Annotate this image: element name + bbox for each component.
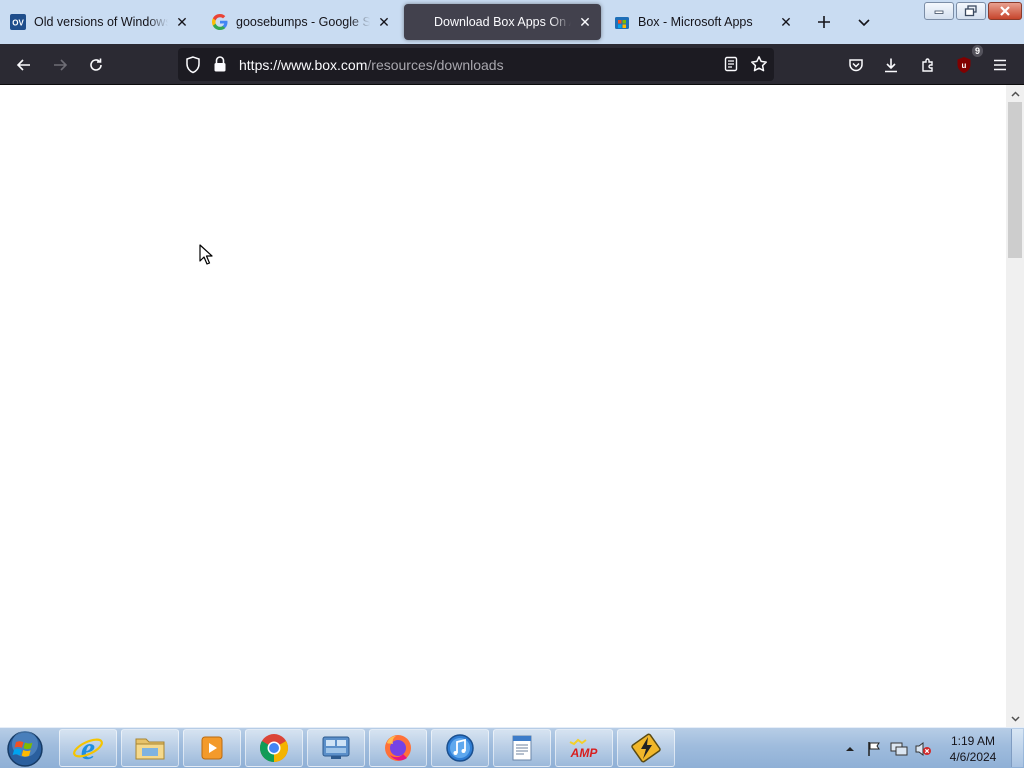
chevron-down-icon [858, 19, 870, 27]
extensions-button[interactable] [915, 52, 941, 78]
mouse-pointer-icon [199, 244, 213, 270]
clock-time: 1:19 AM [950, 734, 996, 748]
back-arrow-icon [16, 59, 30, 71]
windows-start-orb-icon [7, 730, 43, 767]
lightning-utility-icon [631, 733, 661, 763]
pocket-button[interactable] [843, 52, 869, 78]
tab-close-icon[interactable]: ✕ [778, 14, 794, 30]
taskbar-file-explorer[interactable] [121, 729, 179, 767]
url-path: /resources/downloads [367, 57, 504, 73]
page-content-blank[interactable] [0, 85, 1006, 727]
navigation-toolbar: https://www.box.com/resources/downloads … [0, 44, 1024, 85]
minimize-button[interactable] [924, 2, 954, 20]
tab-close-icon[interactable]: ✕ [376, 14, 392, 30]
bookmark-star-icon[interactable] [750, 55, 768, 78]
address-bar[interactable]: https://www.box.com/resources/downloads [178, 48, 774, 81]
downloads-button[interactable] [878, 52, 904, 78]
tab-old-versions[interactable]: OV Old versions of Windows, Li ✕ [2, 4, 198, 40]
ublock-origin-button[interactable]: u 9 [951, 45, 983, 78]
url-host: https://www.box.com [239, 57, 368, 73]
svg-text:u: u [962, 61, 967, 70]
microsoft-store-favicon [614, 14, 630, 30]
restore-icon [964, 5, 977, 17]
media-player-icon [201, 736, 223, 760]
ublock-shield-icon: u [957, 57, 971, 73]
winamp-icon: AMP [569, 738, 599, 760]
back-button[interactable] [11, 52, 37, 78]
taskbar-winamp[interactable]: AMP [555, 729, 613, 767]
show-desktop-button[interactable] [1011, 729, 1023, 767]
system-clock[interactable]: 1:19 AM 4/6/2024 [940, 733, 1006, 765]
taskbar-internet-explorer[interactable]: e [59, 729, 117, 767]
internet-explorer-icon: e [73, 732, 103, 764]
restore-button[interactable] [956, 2, 986, 20]
tab-close-icon[interactable]: ✕ [174, 14, 190, 30]
new-tab-button[interactable] [812, 10, 836, 34]
download-icon [885, 58, 897, 73]
tray-expand-icon[interactable] [845, 728, 855, 768]
taskbar-utility[interactable] [617, 729, 675, 767]
extension-badge: 9 [971, 45, 983, 57]
close-icon [1000, 6, 1010, 16]
taskbar-control-panel[interactable] [307, 729, 365, 767]
close-window-button[interactable] [988, 2, 1022, 20]
url-text[interactable]: https://www.box.com/resources/downloads [239, 57, 504, 73]
vertical-scrollbar[interactable] [1006, 85, 1024, 727]
clock-date: 4/6/2024 [949, 750, 997, 764]
windows-taskbar: e AMP 1:19 AM 4/6/2024 [0, 727, 1024, 768]
taskbar-media-player[interactable] [183, 729, 241, 767]
google-favicon [212, 14, 228, 30]
oldversion-favicon: OV [10, 14, 26, 30]
tab-close-icon[interactable]: ✕ [577, 14, 593, 30]
itunes-icon [446, 734, 474, 762]
action-center-flag-icon[interactable] [866, 728, 882, 768]
scroll-down-arrow-icon[interactable] [1006, 710, 1024, 727]
hamburger-menu-icon [994, 59, 1006, 71]
tracking-protection-icon[interactable] [185, 56, 201, 79]
tab-strip: OV Old versions of Windows, Li ✕ goosebu… [0, 0, 1024, 44]
pocket-icon [849, 59, 863, 72]
tab-title: Old versions of Windows, Li [34, 15, 168, 29]
tab-google-search[interactable]: goosebumps - Google Search ✕ [204, 4, 400, 40]
window-controls [924, 2, 1022, 20]
scrollbar-thumb[interactable] [1008, 102, 1022, 258]
taskbar-wordpad[interactable] [493, 729, 551, 767]
tab-title: goosebumps - Google Search [236, 15, 370, 29]
favicon-text: OV [12, 19, 24, 28]
reload-icon [90, 58, 102, 71]
plus-icon [818, 16, 830, 28]
chrome-icon [260, 734, 288, 762]
tab-title: Box - Microsoft Apps [638, 15, 753, 29]
app-menu-button[interactable] [987, 52, 1013, 78]
start-button[interactable] [5, 729, 45, 768]
tab-title: Download Box Apps On All Y [434, 15, 571, 29]
svg-text:e: e [81, 732, 95, 764]
puzzle-icon [922, 58, 933, 72]
network-icon[interactable] [890, 728, 908, 768]
reload-button[interactable] [83, 52, 109, 78]
forward-arrow-icon [54, 59, 68, 71]
taskbar-chrome[interactable] [245, 729, 303, 767]
firefox-icon [385, 735, 411, 761]
taskbar-firefox[interactable] [369, 729, 427, 767]
wordpad-document-icon [512, 735, 532, 761]
volume-muted-icon[interactable] [914, 728, 932, 768]
minimize-icon [934, 10, 944, 14]
tab-box-downloads[interactable]: Download Box Apps On All Y ✕ [404, 4, 601, 40]
winamp-label: AMP [570, 746, 599, 760]
taskbar-itunes[interactable] [431, 729, 489, 767]
folder-icon [135, 738, 165, 760]
forward-button[interactable] [47, 52, 73, 78]
scroll-up-arrow-icon[interactable] [1006, 85, 1024, 102]
reader-view-icon[interactable] [723, 56, 739, 77]
lock-icon[interactable] [213, 55, 227, 78]
control-panel-icon [322, 736, 350, 759]
tab-microsoft-apps[interactable]: Box - Microsoft Apps ✕ [606, 4, 802, 40]
tab-list-button[interactable] [852, 10, 876, 34]
